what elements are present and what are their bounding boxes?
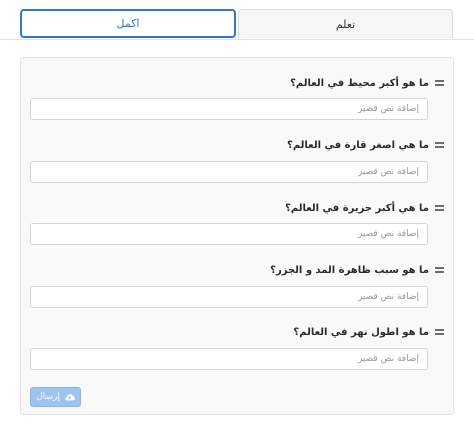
question-3: ما هي أكبر جزيرة في العالم؟ (285, 203, 444, 214)
drag-handle-icon (435, 267, 444, 274)
question-5-label: ما هو اطول نهر في العالم؟ (293, 327, 429, 338)
question-4-label: ما هو سبب ظاهرة المد و الجزر؟ (270, 265, 429, 276)
drag-handle-icon (435, 329, 444, 336)
answer-3-input[interactable] (30, 223, 428, 245)
answer-1-input[interactable] (30, 98, 428, 120)
tab-complete[interactable]: اكمل (20, 9, 236, 38)
answer-5-input[interactable] (30, 348, 428, 370)
submit-button[interactable]: إرسال (30, 387, 81, 407)
answer-4-input[interactable] (30, 286, 428, 308)
question-4: ما هو سبب ظاهرة المد و الجزر؟ (270, 265, 444, 276)
question-2: ما هي اصغر قارة في العالم؟ (287, 140, 444, 151)
submit-button-label: إرسال (36, 392, 60, 402)
answer-2-input[interactable] (30, 161, 428, 183)
question-2-label: ما هي اصغر قارة في العالم؟ (287, 140, 429, 151)
question-5: ما هو اطول نهر في العالم؟ (293, 327, 444, 338)
drag-handle-icon (435, 142, 444, 149)
question-1-label: ما هو أكبر محيط في العالم؟ (290, 78, 429, 89)
cloud-upload-icon (65, 393, 75, 401)
drag-handle-icon (435, 80, 444, 87)
tab-learn[interactable]: تعلم (238, 9, 453, 38)
tab-bar: اكمل تعلم (0, 0, 474, 40)
question-3-label: ما هي أكبر جزيرة في العالم؟ (285, 203, 429, 214)
drag-handle-icon (435, 205, 444, 212)
question-1: ما هو أكبر محيط في العالم؟ (290, 78, 444, 89)
